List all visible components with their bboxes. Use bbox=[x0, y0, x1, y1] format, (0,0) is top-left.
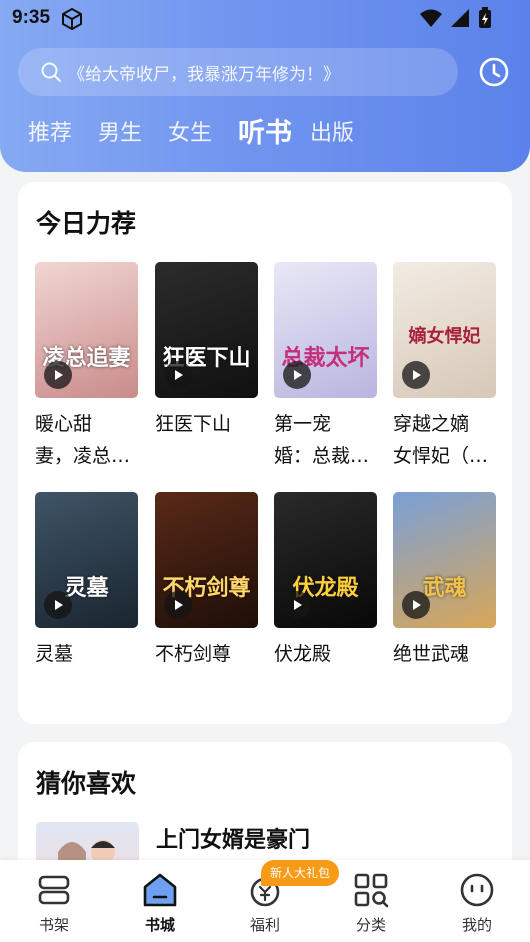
search-placeholder: 《给大帝收尸，我暴涨万年修为！》 bbox=[68, 64, 340, 85]
book-title-line2: 婚：总裁… bbox=[274, 445, 370, 467]
nav-profile[interactable]: 我的 bbox=[437, 872, 517, 935]
nav-bookstore[interactable]: 书城 bbox=[120, 872, 200, 935]
wifi-icon bbox=[420, 9, 442, 27]
play-icon[interactable] bbox=[283, 591, 311, 619]
section-title: 猜你喜欢 bbox=[36, 769, 137, 798]
book-card[interactable]: 灵墓 灵墓 bbox=[35, 492, 138, 670]
search-icon bbox=[41, 62, 61, 82]
nav-label: 分类 bbox=[355, 916, 386, 934]
book-cover: 嫡女悍妃 bbox=[393, 262, 496, 398]
tab-recommend[interactable]: 推荐 bbox=[28, 112, 72, 156]
nav-category[interactable]: 分类 bbox=[331, 872, 411, 935]
book-title-line1: 暖心甜 bbox=[35, 413, 93, 435]
tab-audiobook[interactable]: 听书 bbox=[238, 112, 292, 156]
nav-label: 书城 bbox=[144, 916, 175, 934]
cover-title: 嫡女悍妃 bbox=[408, 326, 481, 347]
tab-publish[interactable]: 出版 bbox=[310, 112, 354, 156]
search-bar[interactable]: 《给大帝收尸，我暴涨万年修为！》 bbox=[18, 48, 458, 96]
profile-icon bbox=[460, 873, 494, 907]
book-title-line1: 灵墓 bbox=[35, 643, 74, 665]
gift-badge[interactable]: 新人大礼包 bbox=[261, 860, 340, 886]
category-icon bbox=[354, 873, 389, 908]
book-cover: 狂医下山 bbox=[155, 262, 258, 398]
book-title-line1: 第一宠 bbox=[274, 413, 332, 435]
book-title-line1: 狂医下山 bbox=[155, 413, 232, 435]
section-title: 今日力荐 bbox=[36, 209, 137, 238]
play-icon[interactable] bbox=[402, 361, 430, 389]
play-icon[interactable] bbox=[164, 591, 192, 619]
book-card[interactable]: 狂医下山 狂医下山 bbox=[155, 262, 258, 440]
book-title-line2: 妻，凌总… bbox=[35, 445, 131, 467]
book-title-line1: 不朽剑尊 bbox=[155, 643, 232, 665]
status-time: 9:35 bbox=[12, 7, 51, 28]
book-card[interactable]: 武魂 绝世武魂 bbox=[393, 492, 496, 670]
book-cover: 伏龙殿 bbox=[274, 492, 377, 628]
book-title-line2: 女悍妃（… bbox=[393, 445, 489, 467]
play-icon[interactable] bbox=[283, 361, 311, 389]
book-title[interactable]: 上门女婿是豪门 bbox=[156, 822, 310, 854]
book-cover: 灵墓 bbox=[35, 492, 138, 628]
book-cover: 不朽剑尊 bbox=[155, 492, 258, 628]
bookshelf-icon bbox=[38, 875, 70, 905]
play-icon[interactable] bbox=[402, 591, 430, 619]
book-cover: 总裁太坏 bbox=[274, 262, 377, 398]
recommend-section: 今日力荐 凌总追妻 暖心甜 妻，凌总… 狂医下山 狂医下山 总裁太坏 第一宠 婚… bbox=[18, 182, 512, 724]
play-icon[interactable] bbox=[164, 361, 192, 389]
history-clock-icon[interactable] bbox=[478, 56, 510, 88]
bookstore-icon bbox=[143, 873, 177, 907]
book-card[interactable]: 总裁太坏 第一宠 婚：总裁… bbox=[274, 262, 377, 472]
book-card[interactable]: 嫡女悍妃 穿越之嫡 女悍妃（… bbox=[393, 262, 496, 472]
book-cover: 凌总追妻 bbox=[35, 262, 138, 398]
book-card[interactable]: 伏龙殿 伏龙殿 bbox=[274, 492, 377, 670]
tab-female[interactable]: 女生 bbox=[168, 112, 212, 156]
nav-bookshelf[interactable]: 书架 bbox=[14, 872, 94, 935]
nav-label: 我的 bbox=[461, 916, 492, 934]
signal-icon bbox=[451, 9, 469, 27]
nav-label: 书架 bbox=[38, 916, 69, 934]
play-icon[interactable] bbox=[44, 361, 72, 389]
status-icons bbox=[420, 7, 492, 29]
status-bar: 9:35 bbox=[0, 0, 530, 36]
book-title-line1: 绝世武魂 bbox=[393, 643, 470, 665]
book-title-line1: 伏龙殿 bbox=[274, 643, 332, 665]
book-card[interactable]: 凌总追妻 暖心甜 妻，凌总… bbox=[35, 262, 138, 472]
category-tabs: 推荐 男生 女生 听书 出版 bbox=[28, 112, 380, 156]
nav-label: 福利 bbox=[249, 916, 280, 934]
book-cover: 武魂 bbox=[393, 492, 496, 628]
play-icon[interactable] bbox=[44, 591, 72, 619]
tab-male[interactable]: 男生 bbox=[98, 112, 142, 156]
box-icon bbox=[62, 8, 82, 30]
book-title-line1: 穿越之嫡 bbox=[393, 413, 470, 435]
battery-icon bbox=[479, 7, 491, 28]
book-card[interactable]: 不朽剑尊 不朽剑尊 bbox=[155, 492, 258, 670]
